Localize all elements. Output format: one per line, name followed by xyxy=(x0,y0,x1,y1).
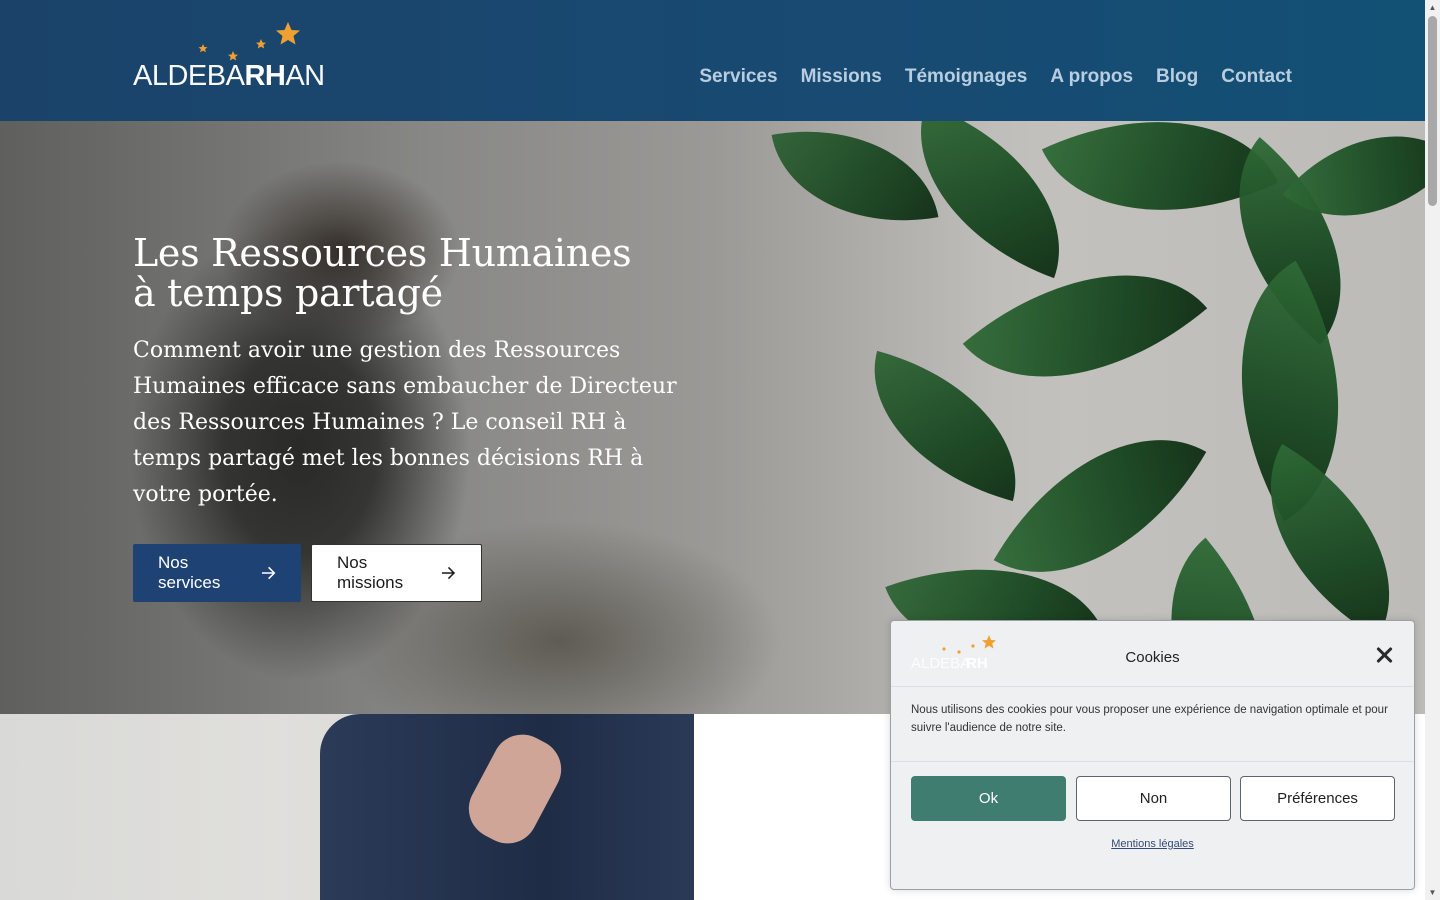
logo-wordmark: ALDEBARHAN xyxy=(133,60,325,92)
arrow-right-icon xyxy=(442,566,456,580)
site-logo[interactable]: ALDEBARHAN xyxy=(133,20,338,95)
legal-notice-link[interactable]: Mentions légales xyxy=(891,838,1414,850)
nos-services-button[interactable]: Nos services xyxy=(133,544,301,602)
nav-blog[interactable]: Blog xyxy=(1156,66,1198,88)
site-header: ALDEBARHAN Services Missions Témoignages… xyxy=(0,0,1425,121)
nav-missions[interactable]: Missions xyxy=(801,66,882,88)
section-image xyxy=(0,714,694,900)
cookie-preferences-button[interactable]: Préférences xyxy=(1240,776,1395,821)
nos-services-label: Nos services xyxy=(158,553,221,592)
page-scrollbar[interactable]: ▲ ▼ xyxy=(1425,0,1440,900)
nav-a-propos[interactable]: A propos xyxy=(1050,66,1133,88)
star-icon xyxy=(198,44,208,53)
cookie-accept-button[interactable]: Ok xyxy=(911,776,1066,821)
star-icon xyxy=(276,22,300,45)
hero-title-line-1: Les Ressources Humaines xyxy=(133,231,632,275)
close-icon[interactable] xyxy=(1374,645,1394,665)
arrow-right-icon xyxy=(261,566,276,580)
hero-title: Les Ressources Humaines à temps partagé xyxy=(133,233,693,313)
cookie-banner: ALDEBA RH Cookies Nous utilisons des coo… xyxy=(890,620,1415,890)
nav-services[interactable]: Services xyxy=(699,66,777,88)
nav-contact[interactable]: Contact xyxy=(1221,66,1292,88)
logo-stars xyxy=(198,22,300,61)
hero-title-line-2: à temps partagé xyxy=(133,271,443,315)
scrollbar-thumb[interactable] xyxy=(1428,16,1437,206)
scroll-down-arrow-icon[interactable]: ▼ xyxy=(1428,888,1437,897)
nav-temoignages[interactable]: Témoignages xyxy=(905,66,1027,88)
hero-description: Comment avoir une gestion des Ressources… xyxy=(133,338,677,507)
nos-missions-label: Nos missions xyxy=(337,553,404,592)
cookie-title: Cookies xyxy=(1125,649,1180,666)
cookie-message: Nous utilisons des cookies pour vous pro… xyxy=(911,704,1388,734)
cookie-deny-button[interactable]: Non xyxy=(1076,776,1231,821)
main-nav: Services Missions Témoignages A propos B… xyxy=(699,66,1292,88)
cookie-header: ALDEBA RH Cookies xyxy=(891,621,1414,687)
cookie-divider xyxy=(891,761,1414,762)
scroll-up-arrow-icon[interactable]: ▲ xyxy=(1428,3,1437,12)
star-icon xyxy=(256,39,266,49)
nos-missions-button[interactable]: Nos missions xyxy=(311,544,482,602)
